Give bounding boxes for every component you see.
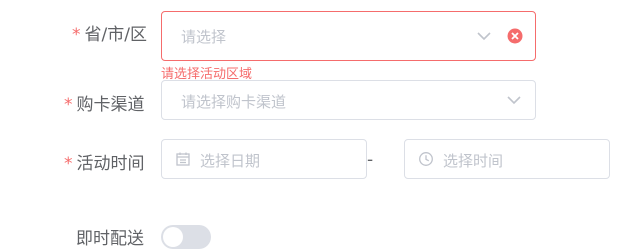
instant-delivery-switch[interactable] (161, 225, 211, 249)
required-asterisk: * (64, 154, 73, 174)
time-picker[interactable]: 选择时间 (404, 139, 610, 179)
date-placeholder: 选择日期 (200, 152, 261, 170)
date-picker[interactable]: 选择日期 (161, 139, 367, 179)
clear-error-icon[interactable] (507, 28, 523, 44)
region-label: * 省/市/区 (72, 25, 147, 45)
required-asterisk: * (64, 95, 73, 115)
instant-delivery-label: 即时配送 (76, 229, 144, 249)
clock-icon (419, 152, 433, 166)
range-separator: - (367, 150, 374, 170)
chevron-down-icon[interactable] (506, 94, 522, 106)
activity-time-label: * 活动时间 (64, 154, 145, 174)
region-select[interactable]: 请选择 (161, 11, 536, 61)
required-asterisk: * (72, 25, 81, 45)
time-placeholder: 选择时间 (443, 152, 504, 170)
chevron-down-icon[interactable] (476, 30, 492, 42)
channel-label: * 购卡渠道 (64, 95, 145, 115)
switch-knob (163, 227, 183, 247)
calendar-icon (176, 152, 190, 166)
channel-select[interactable]: 请选择购卡渠道 (161, 80, 536, 120)
region-placeholder: 请选择 (181, 28, 227, 46)
channel-placeholder: 请选择购卡渠道 (181, 93, 287, 111)
